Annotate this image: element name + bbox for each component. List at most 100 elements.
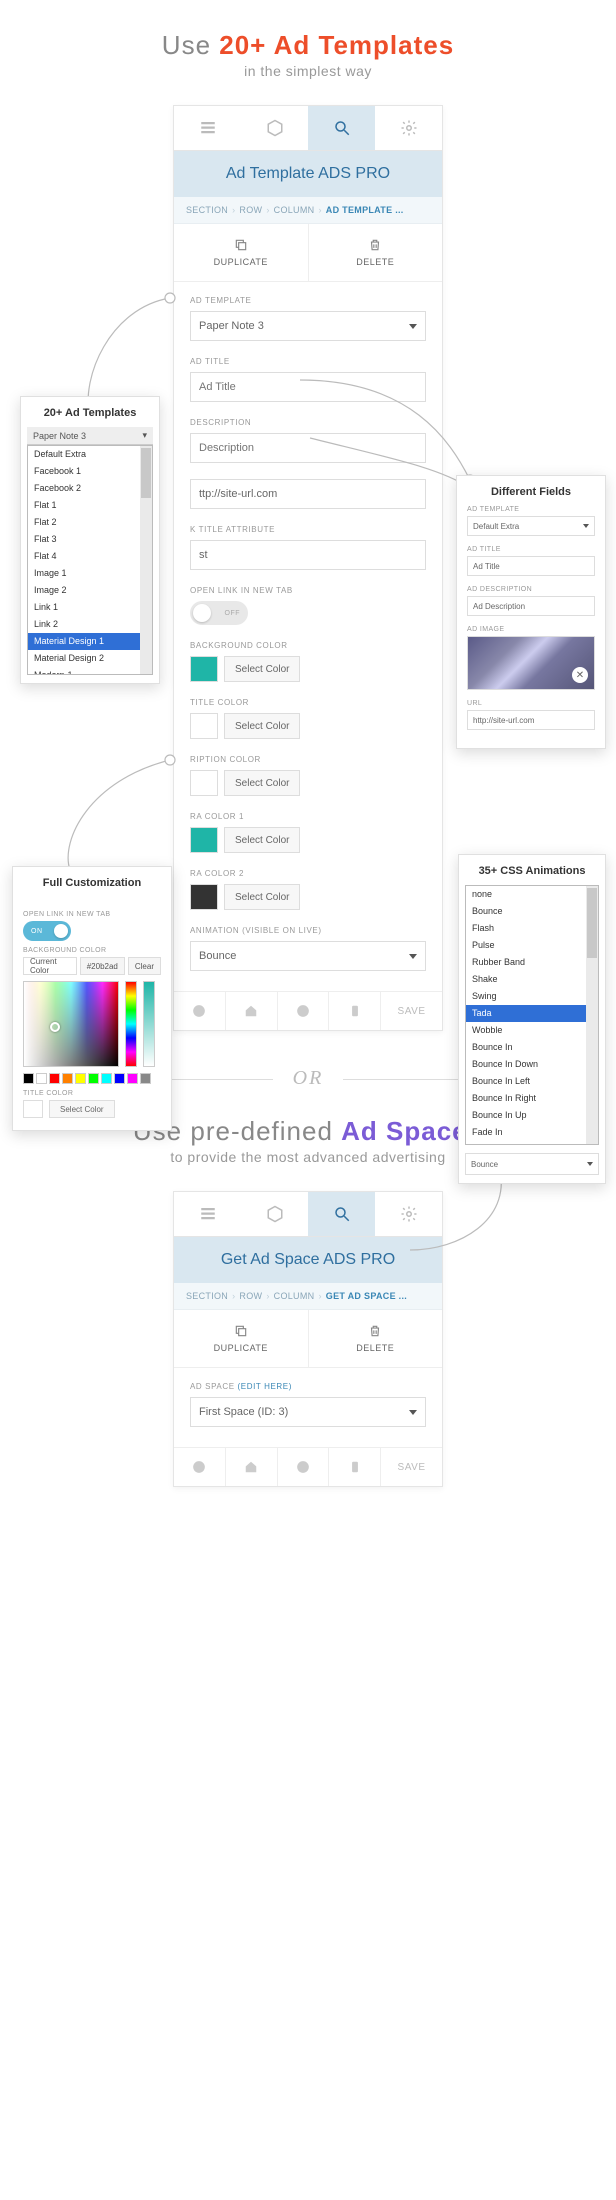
ad-space-select[interactable]: First Space (ID: 3): [190, 1397, 426, 1427]
template-option[interactable]: Material Design 2: [28, 650, 152, 667]
tab-settings[interactable]: [375, 1192, 442, 1236]
preset-swatch[interactable]: [36, 1073, 47, 1084]
color-presets[interactable]: [23, 1073, 161, 1084]
info-icon[interactable]: [278, 992, 330, 1030]
tab-search[interactable]: [308, 106, 375, 150]
preset-swatch[interactable]: [127, 1073, 138, 1084]
desc-select-color[interactable]: Select Color: [224, 770, 300, 796]
template-option[interactable]: Flat 3: [28, 531, 152, 548]
tab-layout[interactable]: [174, 1192, 241, 1236]
mobile-icon[interactable]: [329, 992, 381, 1030]
diff-tpl-select[interactable]: Default Extra: [467, 516, 595, 536]
animation-option[interactable]: none: [466, 886, 598, 903]
nav-back-icon[interactable]: [174, 992, 226, 1030]
url-input[interactable]: [190, 479, 426, 509]
diff-title-input[interactable]: [467, 556, 595, 576]
animation-option[interactable]: Bounce In Left: [466, 1073, 598, 1090]
extra2-swatch[interactable]: [190, 884, 218, 910]
templates-list[interactable]: Default ExtraFacebook 1Facebook 2Flat 1F…: [27, 445, 153, 675]
cust-open-toggle[interactable]: ON: [23, 921, 71, 941]
preset-swatch[interactable]: [75, 1073, 86, 1084]
animation-option[interactable]: Tada: [466, 1005, 598, 1022]
anim-select[interactable]: Bounce: [190, 941, 426, 971]
duplicate-button[interactable]: DUPLICATE: [174, 224, 308, 281]
desc-swatch[interactable]: [190, 770, 218, 796]
preset-swatch[interactable]: [49, 1073, 60, 1084]
animations-list[interactable]: noneBounceFlashPulseRubber BandShakeSwin…: [465, 885, 599, 1145]
animation-option[interactable]: Rubber Band: [466, 954, 598, 971]
preset-swatch[interactable]: [88, 1073, 99, 1084]
diff-desc-input[interactable]: [467, 596, 595, 616]
template-option[interactable]: Facebook 1: [28, 463, 152, 480]
chip-hex[interactable]: #20b2ad: [80, 957, 125, 975]
info-icon[interactable]: [278, 1448, 330, 1486]
bg-select-color[interactable]: Select Color: [224, 656, 300, 682]
animation-option[interactable]: Fade In: [466, 1124, 598, 1141]
tab-layout[interactable]: [174, 106, 241, 150]
mobile-icon[interactable]: [329, 1448, 381, 1486]
preset-swatch[interactable]: [62, 1073, 73, 1084]
ad-template-select[interactable]: Paper Note 3: [190, 311, 426, 341]
preset-swatch[interactable]: [114, 1073, 125, 1084]
home-icon[interactable]: [226, 992, 278, 1030]
template-option[interactable]: Flat 4: [28, 548, 152, 565]
animation-option[interactable]: Bounce In: [466, 1039, 598, 1056]
template-option[interactable]: Flat 2: [28, 514, 152, 531]
extra1-select-color[interactable]: Select Color: [224, 827, 300, 853]
ad-desc-input[interactable]: [190, 433, 426, 463]
templates-dropdown-head[interactable]: Paper Note 3▾: [27, 427, 153, 445]
scrollbar[interactable]: [586, 886, 598, 1144]
animation-option[interactable]: Bounce In Down: [466, 1056, 598, 1073]
color-picker-gradient[interactable]: [23, 981, 119, 1067]
chip-current[interactable]: Current Color: [23, 957, 77, 975]
scrollbar[interactable]: [140, 446, 152, 674]
template-option[interactable]: Image 1: [28, 565, 152, 582]
template-option[interactable]: Material Design 1: [28, 633, 152, 650]
image-preview[interactable]: ✕: [467, 636, 595, 690]
ad-title-input[interactable]: [190, 372, 426, 402]
animation-option[interactable]: Swing: [466, 988, 598, 1005]
template-option[interactable]: Link 2: [28, 616, 152, 633]
open-tab-toggle[interactable]: OFF: [190, 601, 248, 625]
cust-title-swatch[interactable]: [23, 1100, 43, 1118]
template-option[interactable]: Facebook 2: [28, 480, 152, 497]
extra2-select-color[interactable]: Select Color: [224, 884, 300, 910]
template-option[interactable]: Link 1: [28, 599, 152, 616]
title-swatch[interactable]: [190, 713, 218, 739]
close-icon[interactable]: ✕: [572, 667, 588, 683]
tab-settings[interactable]: [375, 106, 442, 150]
chip-clear[interactable]: Clear: [128, 957, 161, 975]
anim-bottom-select[interactable]: Bounce: [465, 1153, 599, 1175]
preset-swatch[interactable]: [101, 1073, 112, 1084]
template-option[interactable]: Image 2: [28, 582, 152, 599]
bg-swatch[interactable]: [190, 656, 218, 682]
animation-option[interactable]: Bounce In Right: [466, 1090, 598, 1107]
animation-option[interactable]: Bounce In Up: [466, 1107, 598, 1124]
diff-url-input[interactable]: [467, 710, 595, 730]
duplicate-button[interactable]: DUPLICATE: [174, 1310, 308, 1367]
animation-option[interactable]: Bounce: [466, 903, 598, 920]
tab-search[interactable]: [308, 1192, 375, 1236]
animation-option[interactable]: Fade In Down: [466, 1141, 598, 1145]
preset-swatch[interactable]: [23, 1073, 34, 1084]
alpha-slider[interactable]: [143, 981, 155, 1067]
delete-button[interactable]: DELETE: [308, 224, 443, 281]
save-button[interactable]: SAVE: [381, 1448, 442, 1486]
tab-module[interactable]: [241, 106, 308, 150]
template-option[interactable]: Modern-1: [28, 667, 152, 675]
tab-module[interactable]: [241, 1192, 308, 1236]
animation-option[interactable]: Pulse: [466, 937, 598, 954]
animation-option[interactable]: Flash: [466, 920, 598, 937]
template-option[interactable]: Flat 1: [28, 497, 152, 514]
preset-swatch[interactable]: [140, 1073, 151, 1084]
edit-here-link[interactable]: (EDIT HERE): [238, 1382, 292, 1391]
extra1-swatch[interactable]: [190, 827, 218, 853]
delete-button[interactable]: DELETE: [308, 1310, 443, 1367]
home-icon[interactable]: [226, 1448, 278, 1486]
cust-select-color[interactable]: Select Color: [49, 1100, 115, 1118]
link-title-input[interactable]: [190, 540, 426, 570]
template-option[interactable]: Default Extra: [28, 446, 152, 463]
title-select-color[interactable]: Select Color: [224, 713, 300, 739]
animation-option[interactable]: Wobble: [466, 1022, 598, 1039]
hue-slider[interactable]: [125, 981, 137, 1067]
